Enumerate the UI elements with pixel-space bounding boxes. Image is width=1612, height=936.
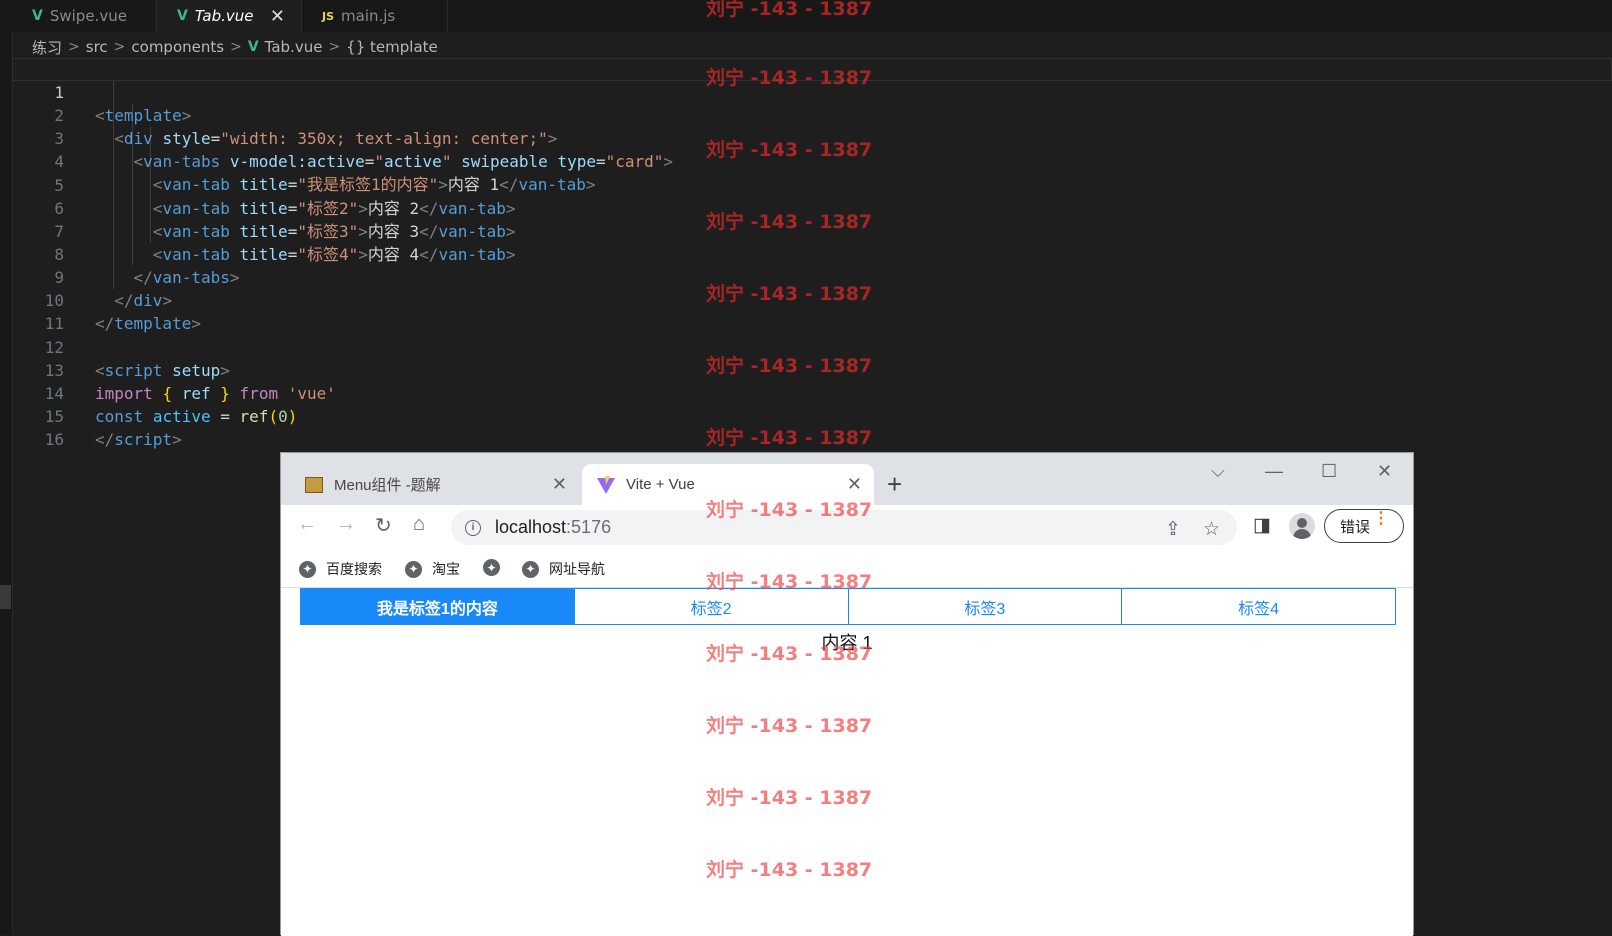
share-icon[interactable]: ⇪ [1165,518,1181,541]
bookmark-unnamed[interactable]: ✦ [483,559,510,576]
code-line[interactable]: 13 import { ref } from 'vue' [12,336,1612,403]
breadcrumb-separator: > [230,39,242,55]
editor-tab-tab-vue[interactable]: V Tab.vue ✕ [157,0,302,32]
editor-tab-swipe[interactable]: V Swipe.vue [12,0,157,32]
js-file-icon: JS [322,9,335,23]
page-favicon-icon [305,476,323,493]
star-icon[interactable]: ☆ [1203,518,1220,541]
vue-file-icon: V [32,8,43,24]
breadcrumb-separator: > [113,39,126,55]
van-tab-3[interactable]: 标签3 [849,589,1123,624]
bookmark-label: 网址导航 [549,561,605,577]
side-panel-icon[interactable]: ◨ [1253,514,1271,537]
bookmark-baidu[interactable]: ✦ 百度搜索 [299,559,382,579]
van-tab-4[interactable]: 标签4 [1122,589,1395,624]
minimize-icon[interactable]: — [1265,461,1283,482]
breadcrumb-separator: > [328,39,341,55]
breadcrumb-item[interactable]: 练习 [32,37,62,58]
breadcrumb-item[interactable]: Tab.vue [265,38,323,56]
back-icon[interactable]: ← [297,513,317,536]
browser-toolbar: ← → ↻ ⌂ i localhost:5176 ⇪ ☆ ◨ 错误 ⋮ [281,505,1413,550]
code-line[interactable]: 15 </script> [12,382,1612,449]
editor-tab-label: Swipe.vue [49,7,127,25]
bookmarks-bar: ✦ 百度搜索 ✦ 淘宝 ✦ ✦ 网址导航 [281,550,1413,588]
breadcrumb: 练习 > src > components > V Tab.vue > {} t… [32,35,438,59]
close-tab-icon[interactable]: ✕ [270,6,285,27]
error-button-label: 错误 [1340,518,1371,536]
profile-avatar[interactable] [1289,513,1315,539]
close-window-icon[interactable]: ✕ [1377,461,1392,482]
forward-icon[interactable]: → [336,513,356,536]
code-line[interactable]: 12 <script setup> [12,313,1612,380]
browser-tab-menu[interactable]: Menu组件 -题解 ✕ [281,464,579,505]
globe-icon: ✦ [405,560,422,578]
error-button[interactable]: 错误 ⋮ [1324,509,1404,543]
bookmark-nav[interactable]: ✦ 网址导航 [522,559,605,579]
vue-file-icon: V [247,39,259,55]
tab-content: 内容 1 [821,633,873,653]
code-line[interactable]: 11 [12,289,1612,333]
breadcrumb-item[interactable]: components [131,38,224,56]
close-icon[interactable]: ✕ [847,474,862,495]
address-bar[interactable]: i localhost:5176 ⇪ ☆ [451,510,1237,545]
menu-dots-icon: ⋮ [1373,510,1389,527]
browser-tab-title: Menu组件 -题解 [334,477,441,494]
code-line[interactable]: 1 <template> [12,58,1612,125]
code-line[interactable]: 2 <div style="width: 350x; text-align: c… [12,81,1612,148]
browser-tab-vite[interactable]: Vite + Vue ✕ [582,464,874,505]
globe-icon: ✦ [299,560,316,578]
code-line[interactable]: 9 </div> [12,243,1612,310]
editor-tab-label: main.js [341,7,396,25]
site-info-icon[interactable]: i [465,519,481,536]
reload-icon[interactable]: ↻ [375,513,392,538]
code-line[interactable]: 6 <van-tab title="标签3">内容 3</van-tab> [12,174,1612,241]
breadcrumb-item[interactable]: {} template [346,38,438,56]
globe-icon: ✦ [483,559,500,576]
page-viewport: 我是标签1的内容 标签2 标签3 标签4 内容 1 [281,588,1413,936]
code-line[interactable]: 7 <van-tab title="标签4">内容 4</van-tab> [12,197,1612,264]
code-line[interactable]: 3 <van-tabs v-model:active="active" swip… [12,104,1612,171]
editor-tab-main-js[interactable]: JS main.js [302,0,448,32]
bookmark-taobao[interactable]: ✦ 淘宝 [405,559,460,579]
browser-window: Menu组件 -题解 ✕ Vite + Vue ✕ + ⌵ — ☐ ✕ ← → … [280,452,1414,936]
code-line[interactable]: 16 [12,405,1612,449]
vite-logo-icon [597,475,615,494]
breadcrumb-separator: > [68,39,80,55]
vue-file-icon: V [177,8,188,24]
editor-tab-bar: V Swipe.vue V Tab.vue ✕ JS main.js [12,0,1612,32]
home-icon[interactable]: ⌂ [413,513,425,536]
editor-tab-label: Tab.vue [194,7,254,25]
van-tabs-card: 我是标签1的内容 标签2 标签3 标签4 [300,588,1396,625]
tab-search-icon[interactable]: ⌵ [1211,461,1225,482]
breadcrumb-item[interactable]: src [86,38,108,56]
code-line[interactable]: 10 </template> [12,266,1612,333]
url-port: :5176 [566,517,612,537]
new-tab-icon[interactable]: + [887,469,902,500]
van-tab-2[interactable]: 标签2 [575,589,849,624]
browser-tab-title: Vite + Vue [626,476,695,493]
code-line[interactable]: 8 </van-tabs> [12,220,1612,287]
code-line[interactable]: 14 const active = ref(0) [12,359,1612,426]
scroll-thumb[interactable] [0,585,11,609]
bookmark-label: 百度搜索 [326,561,382,577]
browser-titlebar: Menu组件 -题解 ✕ Vite + Vue ✕ + ⌵ — ☐ ✕ [281,453,1413,505]
maximize-icon[interactable]: ☐ [1321,461,1337,482]
line-number: 16 [44,430,64,450]
bookmark-label: 淘宝 [432,561,460,577]
url-host: localhost [495,517,567,537]
close-icon[interactable]: ✕ [552,474,567,495]
van-tab-1[interactable]: 我是标签1的内容 [301,589,575,624]
code-line[interactable]: 4 <van-tab title="我是标签1的内容">内容 1</van-ta… [12,127,1612,194]
globe-icon: ✦ [522,560,539,578]
code-editor[interactable]: 1 <template> 2 <div style="width: 350x; … [12,58,1612,449]
code-line[interactable]: 5 <van-tab title="标签2">内容 2</van-tab> [12,151,1612,218]
